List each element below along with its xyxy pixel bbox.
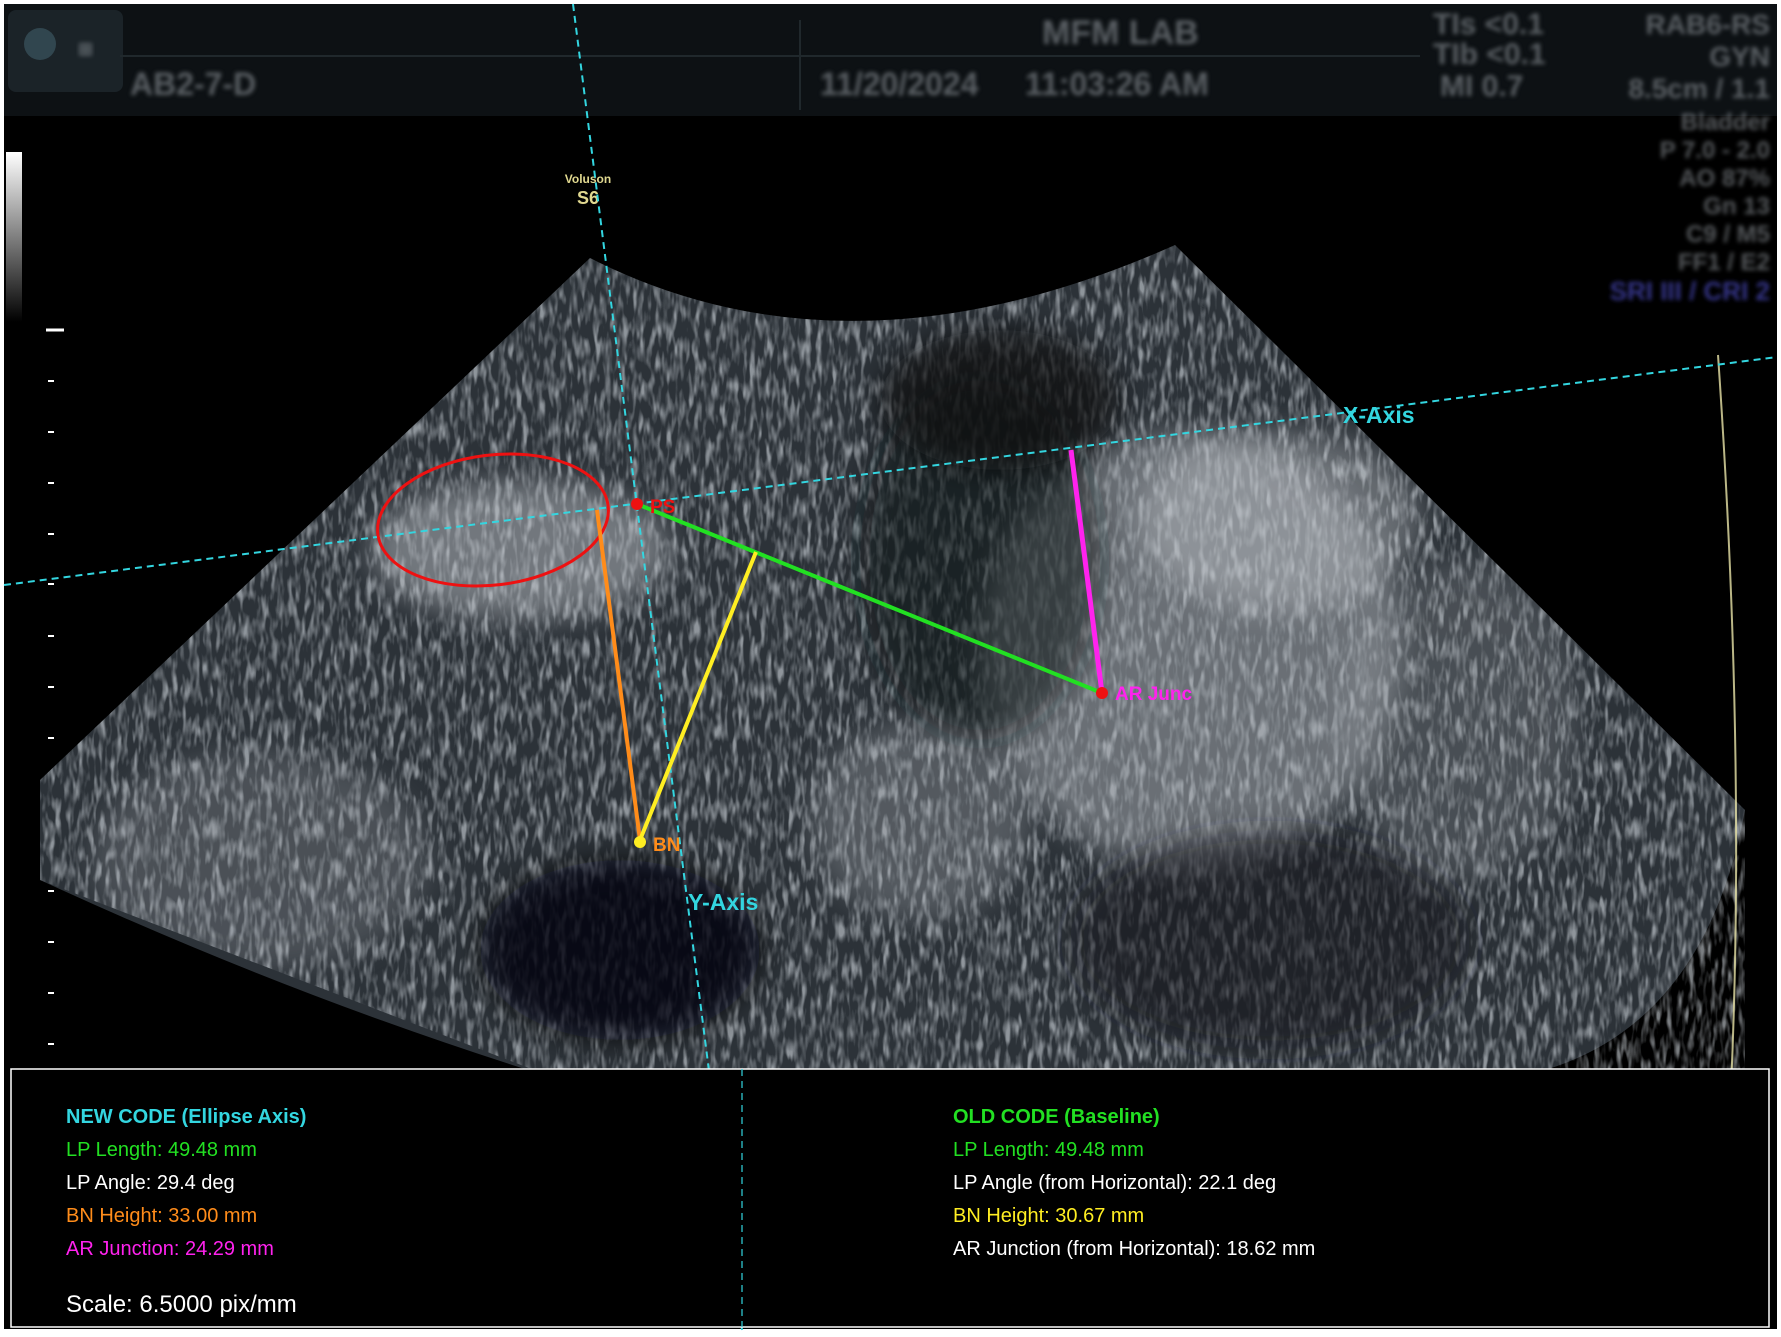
ps-label: PS bbox=[650, 497, 675, 518]
old-lp-angle: LP Angle (from Horizontal): 22.1 deg bbox=[953, 1172, 1276, 1194]
header-bar: ⊞ MFM LAB AB2-7-D 11/20/2024 11:03:26 AM… bbox=[4, 4, 1777, 116]
scale-readout: Scale: 6.5000 pix/mm bbox=[66, 1291, 297, 1318]
device-brand-line2: S6 bbox=[577, 188, 599, 208]
header-date: 11/20/2024 bbox=[820, 66, 979, 102]
param-line: GYN bbox=[1709, 41, 1770, 72]
svg-text:⊞: ⊞ bbox=[78, 39, 93, 59]
param-line: 8.5cm / 1.1 bbox=[1628, 73, 1770, 104]
ps-point bbox=[631, 498, 643, 510]
param-line: SRI III / CRI 2 bbox=[1610, 276, 1770, 306]
x-axis-label: X-Axis bbox=[1343, 402, 1415, 428]
param-line: AO 87% bbox=[1679, 165, 1770, 192]
ar-junc-label: AR Junc bbox=[1115, 684, 1193, 705]
old-bn-height: BN Height: 30.67 mm bbox=[953, 1205, 1144, 1227]
param-line: FF1 / E2 bbox=[1678, 249, 1770, 276]
grayscale-bar bbox=[6, 152, 22, 322]
old-ar-junction: AR Junction (from Horizontal): 18.62 mm bbox=[953, 1238, 1315, 1260]
param-line: Bladder bbox=[1681, 109, 1770, 136]
param-line: RAB6-RS bbox=[1646, 9, 1770, 40]
param-line: P 7.0 - 2.0 bbox=[1660, 137, 1770, 164]
header-probe: AB2-7-D bbox=[130, 66, 256, 102]
new-ar-junction: AR Junction: 24.29 mm bbox=[66, 1238, 274, 1260]
ar-junc-point bbox=[1096, 687, 1108, 699]
device-brand-line1: Voluson bbox=[565, 172, 611, 186]
new-bn-height: BN Height: 33.00 mm bbox=[66, 1205, 257, 1227]
header-tis: TIs <0.1 bbox=[1433, 8, 1544, 41]
new-lp-length: LP Length: 49.48 mm bbox=[66, 1139, 257, 1161]
bn-point bbox=[634, 836, 646, 848]
header-mi: MI 0.7 bbox=[1440, 70, 1523, 103]
new-code-heading: NEW CODE (Ellipse Axis) bbox=[66, 1106, 306, 1128]
y-axis-label: Y-Axis bbox=[688, 889, 758, 915]
header-time: 11:03:26 AM bbox=[1025, 66, 1209, 102]
header-site-name: MFM LAB bbox=[1042, 14, 1199, 52]
bn-label: BN bbox=[653, 835, 680, 856]
param-line: Gn 13 bbox=[1703, 193, 1770, 220]
old-code-heading: OLD CODE (Baseline) bbox=[953, 1106, 1160, 1128]
param-line: C9 / M5 bbox=[1686, 221, 1770, 248]
results-panel: NEW CODE (Ellipse Axis) LP Length: 49.48… bbox=[10, 1068, 1770, 1328]
logo-icon bbox=[24, 28, 56, 60]
ultrasound-screen: ⊞ MFM LAB AB2-7-D 11/20/2024 11:03:26 AM… bbox=[0, 0, 1781, 1337]
header-tib: TIb <0.1 bbox=[1433, 38, 1546, 71]
new-lp-angle: LP Angle: 29.4 deg bbox=[66, 1172, 235, 1194]
old-lp-length: LP Length: 49.48 mm bbox=[953, 1139, 1144, 1161]
